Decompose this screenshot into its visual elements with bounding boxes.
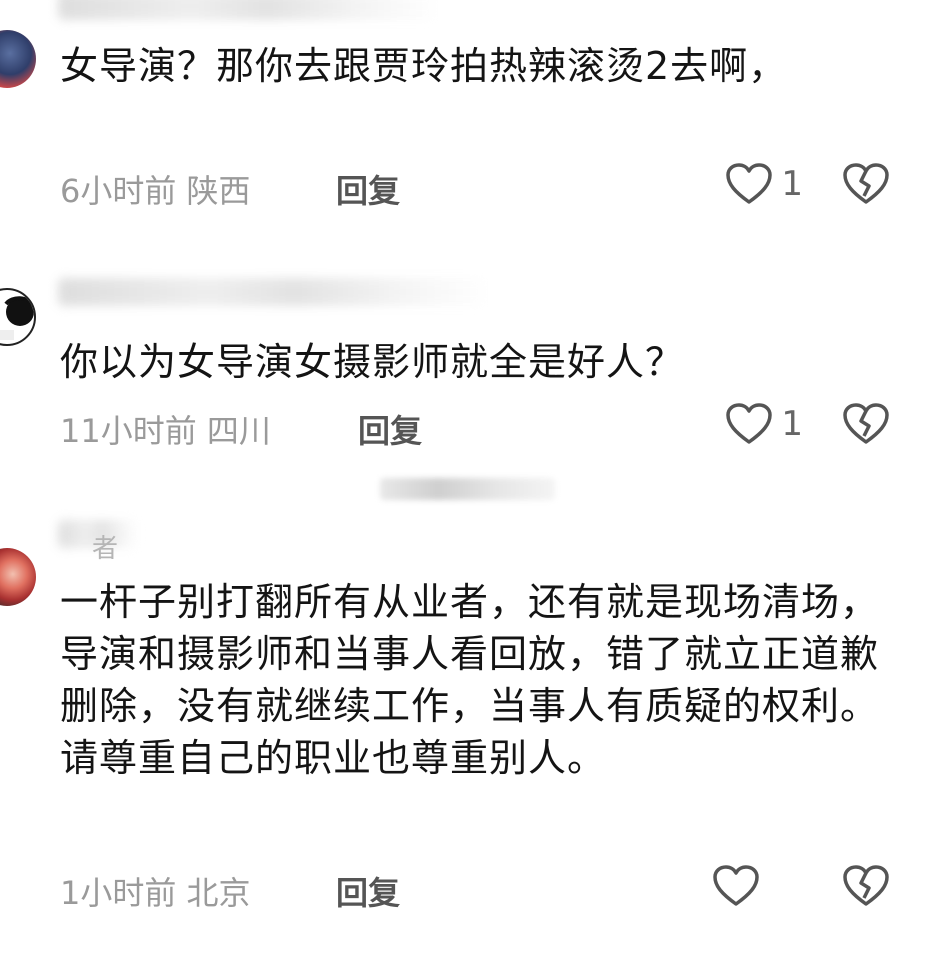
username-blurred xyxy=(58,278,488,306)
comment-text: 女导演？那你去跟贾玲拍热辣滚烫2去啊， xyxy=(60,44,788,88)
comment-location: 陕西 xyxy=(186,172,251,210)
comment-location: 四川 xyxy=(206,412,271,450)
username-partial: 者 xyxy=(92,534,119,564)
heart-outline-icon xyxy=(725,402,773,446)
comment-text: 一杆子别打翻所有从业者，还有就是现场清场，导演和摄影师和当事人看回放，错了就立正… xyxy=(60,580,880,780)
dislike-button[interactable] xyxy=(842,864,890,908)
avatar[interactable] xyxy=(0,288,36,346)
reply-button[interactable]: 回复 xyxy=(358,406,422,452)
comment-text: 你以为女导演女摄影师就全是好人？ xyxy=(60,340,685,384)
like-button[interactable]: 1 xyxy=(725,162,803,206)
dislike-button[interactable] xyxy=(842,402,890,446)
heart-outline-icon xyxy=(712,864,760,908)
broken-heart-icon xyxy=(843,865,889,906)
comment-time: 6小时前 xyxy=(60,172,177,210)
like-count: 1 xyxy=(781,404,803,444)
comment-meta: 6小时前 陕西 xyxy=(60,166,251,212)
avatar[interactable] xyxy=(0,30,36,88)
comment-time: 11小时前 xyxy=(60,412,197,450)
broken-heart-icon xyxy=(843,163,889,204)
broken-heart-icon xyxy=(843,403,889,444)
like-count: 1 xyxy=(781,164,803,204)
comment-time: 1小时前 xyxy=(60,874,177,912)
heart-outline-icon xyxy=(725,162,773,206)
avatar[interactable] xyxy=(0,548,36,606)
expand-replies-blurred[interactable] xyxy=(380,478,555,500)
like-button[interactable]: 1 xyxy=(725,402,803,446)
comment-meta: 11小时前 四川 xyxy=(60,406,271,452)
dislike-button[interactable] xyxy=(842,162,890,206)
username-blurred xyxy=(58,0,438,20)
reply-button[interactable]: 回复 xyxy=(336,166,400,212)
reply-button[interactable]: 回复 xyxy=(336,868,400,914)
like-button[interactable] xyxy=(712,864,760,908)
comment-meta: 1小时前 北京 xyxy=(60,868,251,914)
comment-location: 北京 xyxy=(186,874,251,912)
